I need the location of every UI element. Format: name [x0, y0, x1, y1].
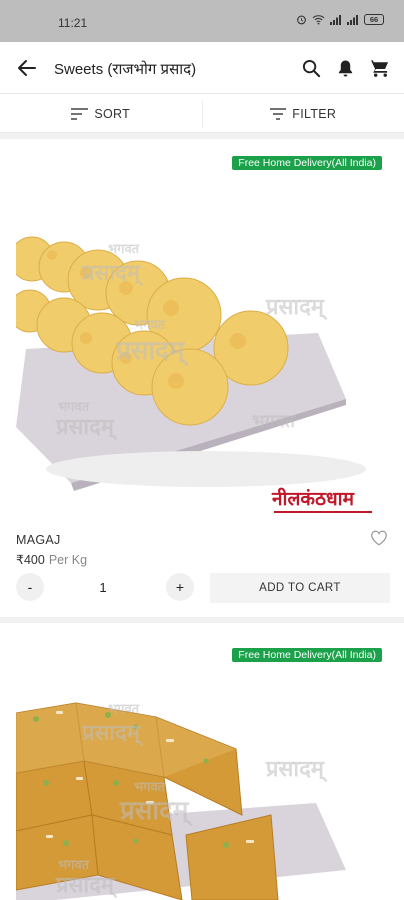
price-unit: Per Kg — [48, 553, 88, 567]
back-button[interactable] — [14, 56, 40, 80]
watermark: प्रसादम् — [82, 260, 140, 286]
battery-icon: 66 — [364, 14, 384, 25]
product-photo — [16, 236, 366, 491]
app-bar: Sweets (राजभोग प्रसाद) — [0, 42, 404, 94]
wifi-icon — [312, 15, 325, 25]
watermark: भगवत — [252, 411, 296, 432]
product-image-magaj[interactable]: भगवत प्रसादम् प्रसादम् भगवत प्रसादम् भगव… — [16, 173, 390, 533]
search-icon — [302, 59, 320, 77]
watermark: प्रसादम् — [266, 294, 324, 320]
filter-button[interactable]: FILTER — [203, 95, 404, 132]
watermark: प्रसादम् — [120, 796, 189, 826]
status-icons: 66 — [296, 14, 384, 25]
watermark: प्रसादम् — [56, 414, 114, 440]
search-button[interactable] — [300, 56, 322, 80]
watermark: भगवत — [108, 702, 140, 717]
watermark: प्रसादम् — [82, 720, 140, 746]
add-to-cart-button[interactable]: ADD TO CART — [210, 573, 390, 603]
product-card[interactable]: Free Home Delivery(All India) भगवत प्रसा… — [0, 139, 404, 617]
free-delivery-badge: Free Home Delivery(All India) — [232, 648, 382, 662]
back-arrow-icon — [18, 60, 36, 76]
cart-button[interactable] — [368, 56, 390, 80]
product-image-2[interactable]: भगवत प्रसादम् प्रसादम् भगवत प्रसादम् भगव… — [16, 665, 390, 900]
cart-icon — [369, 60, 388, 77]
sort-button[interactable]: SORT — [0, 95, 202, 132]
status-bar: 11:21 66 — [0, 0, 404, 42]
watermark: प्रसादम् — [266, 756, 324, 782]
notifications-button[interactable] — [334, 56, 356, 80]
signal-icon-2 — [347, 15, 358, 25]
free-delivery-badge: Free Home Delivery(All India) — [232, 156, 382, 170]
sort-label: SORT — [94, 106, 131, 121]
product-price: ₹400 — [16, 553, 45, 567]
heart-icon[interactable] — [370, 529, 388, 547]
filter-label: FILTER — [292, 106, 337, 121]
product-name: MAGAJ — [16, 533, 61, 547]
bell-icon — [338, 59, 352, 77]
app-bar-actions — [300, 56, 390, 80]
brand-logo: नीलकंठधाम — [272, 488, 354, 510]
filter-icon — [270, 107, 287, 120]
brand-logo-underline — [274, 511, 372, 513]
alarm-icon — [297, 15, 306, 25]
status-time: 11:21 — [58, 16, 88, 30]
watermark: प्रसादम् — [56, 872, 114, 898]
quantity-value: 1 — [99, 580, 107, 595]
signal-icon — [330, 15, 341, 25]
page-title: Sweets (राजभोग प्रसाद) — [54, 61, 197, 78]
sort-icon — [71, 107, 89, 120]
quantity-decrease-button[interactable]: - — [16, 573, 44, 601]
price-row: ₹400 Per Kg — [16, 552, 87, 567]
watermark: प्रसादम् — [116, 336, 185, 366]
watermark: भगवत — [108, 242, 140, 257]
sort-filter-bar: SORT FILTER — [0, 95, 404, 133]
quantity-increase-button[interactable]: + — [166, 573, 194, 601]
product-card[interactable]: Free Home Delivery(All India) भगवत प्रसा… — [0, 623, 404, 900]
